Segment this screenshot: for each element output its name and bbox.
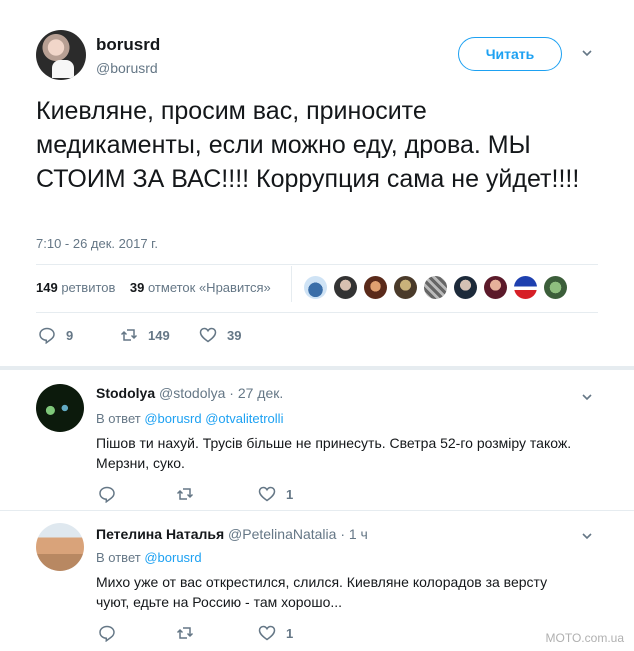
retweet-icon xyxy=(120,329,138,341)
reply-date[interactable]: · 1 ч xyxy=(340,526,368,542)
mention-link[interactable]: @otvalitetrolli xyxy=(205,411,283,426)
like-count: 1 xyxy=(286,486,294,502)
reply-count: 9 xyxy=(66,327,74,343)
liker-avatar[interactable] xyxy=(484,276,507,299)
liker-avatar[interactable] xyxy=(394,276,417,299)
follow-button[interactable]: Читать xyxy=(458,37,562,71)
liker-avatar[interactable] xyxy=(424,276,447,299)
like-action[interactable]: 1 xyxy=(258,624,293,642)
divider xyxy=(36,312,598,313)
retweet-action[interactable]: 149 xyxy=(120,326,170,344)
chevron-down-icon[interactable] xyxy=(582,48,592,58)
liker-avatar[interactable] xyxy=(334,276,357,299)
stats-divider xyxy=(291,266,292,302)
reply-tweet[interactable]: Stodolya @stodolya · 27 дек. В ответ @bo… xyxy=(0,370,634,510)
reply-icon xyxy=(99,625,115,642)
tweet-timestamp[interactable]: 7:10 - 26 дек. 2017 г. xyxy=(36,236,158,251)
in-reply-to: В ответ @borusrd @otvalitetrolli xyxy=(96,411,284,426)
main-tweet: borusrd @borusrd Читать Киевляне, просим… xyxy=(0,0,634,370)
author-handle[interactable]: @borusrd xyxy=(96,60,158,76)
in-reply-to: В ответ @borusrd xyxy=(96,550,202,565)
liker-avatar[interactable] xyxy=(364,276,387,299)
liker-avatar[interactable] xyxy=(454,276,477,299)
retweet-action[interactable] xyxy=(176,624,194,642)
reply-handle[interactable]: @stodolya xyxy=(159,385,225,401)
liker-avatar[interactable] xyxy=(544,276,567,299)
reply-icon xyxy=(39,327,55,344)
retweet-stat[interactable]: 149 ретвитов xyxy=(36,280,115,295)
tweet-text: Киевляне, просим вас, приносите медикаме… xyxy=(36,97,580,193)
like-count: 39 xyxy=(227,327,242,343)
reply-text: Пішов ти нахуй. Трусів більше не принесу… xyxy=(96,435,572,471)
author-display-name[interactable]: borusrd xyxy=(96,35,160,55)
reply-date[interactable]: · 27 дек. xyxy=(229,385,283,401)
reply-handle[interactable]: @PetelinaNatalia xyxy=(228,526,336,542)
reply-action[interactable] xyxy=(98,624,116,642)
reply-text: Михо уже от вас открестился, слился. Кие… xyxy=(96,574,548,610)
author-avatar[interactable] xyxy=(36,30,86,80)
heart-icon xyxy=(199,327,217,343)
reply-tweet[interactable]: Петелина Наталья @PetelinaNatalia · 1 ч … xyxy=(0,511,634,651)
mention-link[interactable]: @borusrd xyxy=(144,550,201,565)
chevron-down-icon[interactable] xyxy=(582,392,592,402)
reply-icon xyxy=(99,486,115,503)
like-stat[interactable]: 39 отметок «Нравится» xyxy=(130,280,271,295)
liker-avatar[interactable] xyxy=(514,276,537,299)
reply-action[interactable]: 9 xyxy=(38,326,73,344)
chevron-down-icon[interactable] xyxy=(582,531,592,541)
tweet-stats: 149 ретвитов 39 отметок «Нравится» xyxy=(36,280,271,295)
liker-avatar[interactable] xyxy=(304,276,327,299)
like-count: 1 xyxy=(286,625,294,641)
retweet-icon xyxy=(176,627,194,639)
retweet-icon xyxy=(176,488,194,500)
divider xyxy=(36,264,598,265)
reply-author[interactable]: Stodolya @stodolya · 27 дек. xyxy=(96,385,283,401)
reply-avatar[interactable] xyxy=(36,523,84,571)
heart-icon xyxy=(258,625,276,641)
like-action[interactable]: 39 xyxy=(199,326,241,344)
watermark: MOTO.com.ua xyxy=(545,631,624,645)
like-action[interactable]: 1 xyxy=(258,485,293,503)
reply-author[interactable]: Петелина Наталья @PetelinaNatalia · 1 ч xyxy=(96,526,368,542)
heart-icon xyxy=(258,486,276,502)
retweet-count: 149 xyxy=(148,327,170,343)
mention-link[interactable]: @borusrd xyxy=(144,411,201,426)
reply-action[interactable] xyxy=(98,485,116,503)
retweet-action[interactable] xyxy=(176,485,194,503)
reply-avatar[interactable] xyxy=(36,384,84,432)
